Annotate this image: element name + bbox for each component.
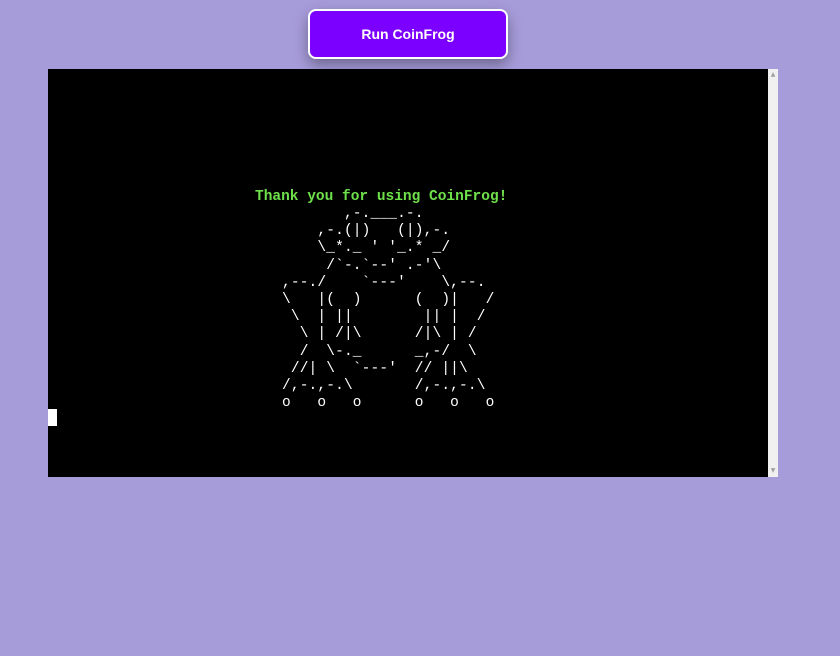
- terminal-screen: Thank you for using CoinFrog! ,-.___.-. …: [48, 69, 768, 477]
- scroll-up-arrow-icon[interactable]: ▲: [768, 70, 778, 80]
- frog-ascii-art: ,-.___.-. ,-.(|) (|),-. \_*._ ' '_.* _/ …: [282, 206, 495, 412]
- terminal-window[interactable]: Thank you for using CoinFrog! ,-.___.-. …: [48, 69, 778, 477]
- thank-you-message: Thank you for using CoinFrog!: [255, 189, 508, 205]
- run-coinfrog-button[interactable]: Run CoinFrog: [308, 9, 508, 59]
- run-button-label: Run CoinFrog: [361, 26, 455, 42]
- terminal-scrollbar[interactable]: ▲ ▼: [768, 69, 778, 477]
- terminal-cursor: [48, 409, 57, 426]
- scroll-down-arrow-icon[interactable]: ▼: [768, 466, 778, 476]
